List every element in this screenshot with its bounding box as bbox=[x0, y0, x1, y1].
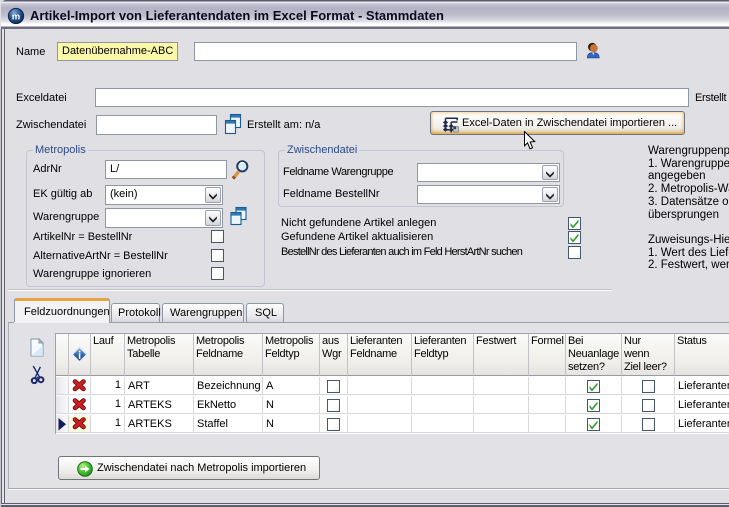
svg-text:m: m bbox=[12, 11, 20, 22]
